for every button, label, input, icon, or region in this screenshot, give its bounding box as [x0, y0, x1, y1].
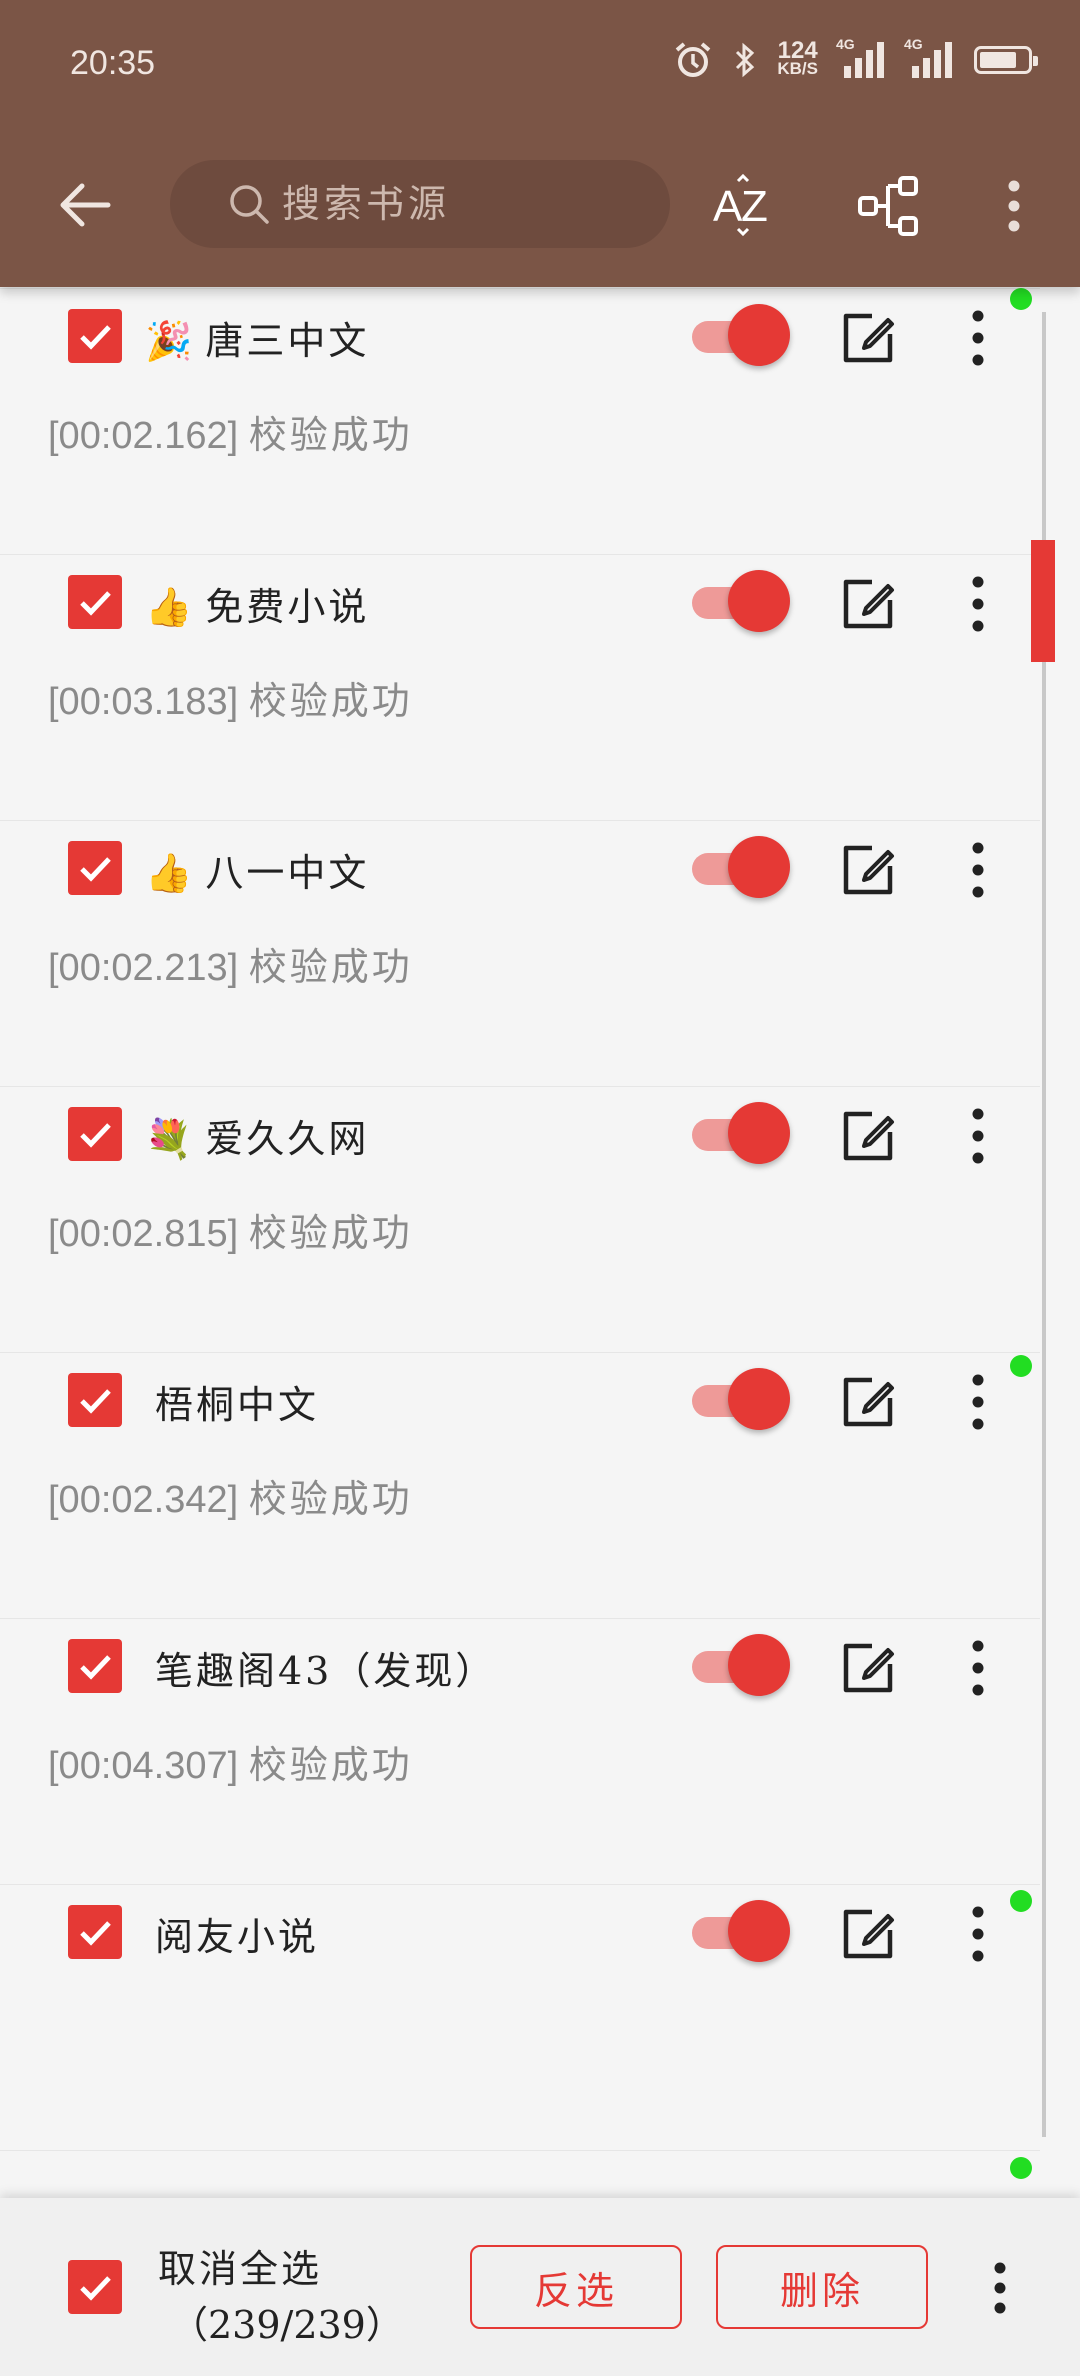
- source-check-result: [00:02.162] 校验成功: [48, 404, 413, 459]
- source-emoji: 🎉: [145, 319, 196, 363]
- check-status: 校验成功: [248, 1211, 413, 1255]
- source-checkbox[interactable]: [68, 1905, 122, 1959]
- indicator-dot: [1010, 288, 1032, 310]
- more-vert-icon[interactable]: [980, 2258, 1020, 2318]
- source-row[interactable]: 👍 免费小说 [00:03.183] 校验成功: [0, 555, 1040, 821]
- edit-icon[interactable]: [838, 308, 898, 368]
- bluetooth-icon: [736, 42, 755, 78]
- source-list[interactable]: 阅友小说[00:01.876] 校验成功🎉唐三中文[00:02.162] 校验成…: [0, 287, 1080, 2200]
- signal-icon: 4G: [836, 36, 886, 78]
- source-check-result: [00:02.342] 校验成功: [48, 1468, 413, 1523]
- more-vert-icon[interactable]: [958, 1106, 998, 1166]
- alarm-icon: [676, 42, 711, 77]
- source-name: 💐 爱久久网: [145, 1117, 370, 1161]
- source-name: 梧桐中文: [155, 1383, 320, 1427]
- status-time: 20:35: [70, 44, 156, 82]
- source-check-result: [00:02.213] 校验成功: [48, 936, 413, 991]
- check-time: [00:02.815]: [48, 1213, 239, 1255]
- source-checkbox[interactable]: [68, 309, 122, 363]
- scrollbar-thumb[interactable]: [1031, 540, 1055, 662]
- sort-az-icon[interactable]: A Z: [706, 168, 782, 244]
- more-vert-icon[interactable]: [958, 840, 998, 900]
- source-row[interactable]: 👍 八一中文 [00:02.213] 校验成功: [0, 821, 1040, 1087]
- net-speed: 124 KB/S: [777, 37, 818, 78]
- select-all-checkbox[interactable]: [68, 2260, 122, 2314]
- check-time: [00:02.162]: [48, 415, 239, 457]
- enable-switch[interactable]: [692, 1102, 790, 1166]
- group-icon[interactable]: [850, 168, 926, 244]
- search-input[interactable]: [280, 181, 644, 227]
- bottom-bar: 取消全选 （239/239） 反选 删除: [0, 2198, 1080, 2376]
- enable-switch[interactable]: [692, 1634, 790, 1698]
- more-vert-icon[interactable]: [958, 1638, 998, 1698]
- indicator-dot: [1010, 1355, 1032, 1377]
- source-emoji: 💐: [145, 1117, 196, 1161]
- source-check-result: [00:02.815] 校验成功: [48, 1202, 413, 1257]
- source-name: 👍 免费小说: [145, 585, 370, 629]
- source-name: 笔趣阁43（发现）: [155, 1649, 497, 1693]
- source-checkbox[interactable]: [68, 1107, 122, 1161]
- enable-switch[interactable]: [692, 570, 790, 634]
- source-checkbox[interactable]: [68, 841, 122, 895]
- check-time: [00:02.213]: [48, 947, 239, 989]
- source-row[interactable]: 🎉 唐三中文 [00:02.162] 校验成功: [0, 289, 1040, 555]
- app-bar: 20:35 124 KB/S 4G 4G 搜索书源 A Z: [0, 0, 1080, 287]
- more-vert-icon[interactable]: [976, 168, 1052, 244]
- delete-button[interactable]: 删除: [716, 2245, 928, 2329]
- search-box[interactable]: [170, 160, 670, 248]
- more-vert-icon[interactable]: [958, 308, 998, 368]
- select-all-label[interactable]: 取消全选: [158, 2238, 322, 2293]
- source-checkbox[interactable]: [68, 1373, 122, 1427]
- enable-switch[interactable]: [692, 1900, 790, 1964]
- check-time: [00:02.342]: [48, 1479, 239, 1521]
- search-icon: [230, 185, 269, 224]
- source-checkbox[interactable]: [68, 575, 122, 629]
- status-icons: 124 KB/S 4G 4G: [673, 36, 1038, 80]
- more-vert-icon[interactable]: [958, 1904, 998, 1964]
- source-name: 👍 八一中文: [145, 851, 370, 895]
- edit-icon[interactable]: [838, 1372, 898, 1432]
- source-name: 🎉 唐三中文: [145, 319, 370, 363]
- enable-switch[interactable]: [692, 304, 790, 368]
- indicator-dot: [1010, 1890, 1032, 1912]
- edit-icon[interactable]: [838, 1106, 898, 1166]
- check-status: 校验成功: [248, 1743, 413, 1787]
- check-time: [00:03.183]: [48, 681, 239, 723]
- source-check-result: [00:04.307] 校验成功: [48, 1734, 413, 1789]
- source-row[interactable]: 笔趣阁43（发现） [00:04.307] 校验成功: [0, 1619, 1040, 1885]
- selection-count: （239/239）: [170, 2303, 404, 2347]
- more-vert-icon[interactable]: [958, 574, 998, 634]
- indicator-dot: [1010, 2157, 1032, 2179]
- source-check-result: [00:03.183] 校验成功: [48, 670, 413, 725]
- edit-icon[interactable]: [838, 840, 898, 900]
- more-vert-icon[interactable]: [958, 1372, 998, 1432]
- check-status: 校验成功: [248, 1477, 413, 1521]
- edit-icon[interactable]: [838, 1904, 898, 1964]
- signal-icon: 4G: [904, 36, 954, 78]
- edit-icon[interactable]: [838, 1638, 898, 1698]
- edit-icon[interactable]: [838, 574, 898, 634]
- source-emoji: 👍: [145, 851, 196, 895]
- enable-switch[interactable]: [692, 836, 790, 900]
- source-emoji: 👍: [145, 585, 196, 629]
- source-row[interactable]: 💐 爱久久网 [00:02.815] 校验成功: [0, 1087, 1040, 1353]
- enable-switch[interactable]: [692, 1368, 790, 1432]
- source-checkbox[interactable]: [68, 1639, 122, 1693]
- check-time: [00:04.307]: [48, 1745, 239, 1787]
- invert-selection-button[interactable]: 反选: [470, 2245, 682, 2329]
- back-arrow-icon[interactable]: [50, 170, 120, 240]
- source-name: 阅友小说: [155, 1915, 320, 1959]
- svg-text:Z: Z: [741, 182, 768, 231]
- svg-text:A: A: [713, 182, 743, 231]
- battery-icon: [974, 46, 1038, 74]
- source-row[interactable]: 阅友小说: [0, 1885, 1040, 2151]
- source-row[interactable]: 梧桐中文 [00:02.342] 校验成功: [0, 1353, 1040, 1619]
- check-status: 校验成功: [248, 413, 413, 457]
- check-status: 校验成功: [248, 945, 413, 989]
- check-status: 校验成功: [248, 679, 413, 723]
